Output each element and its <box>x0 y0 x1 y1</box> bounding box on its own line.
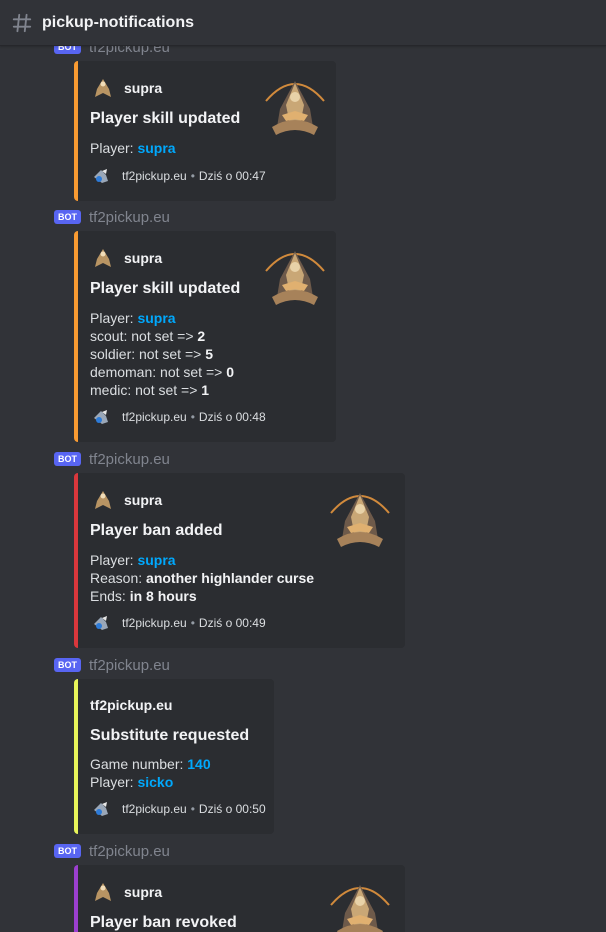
skill-line-demoman: demoman: not set => 0 <box>90 364 234 380</box>
embed-author[interactable]: supra <box>92 881 162 903</box>
embed-title: Player ban revoked <box>90 914 237 931</box>
message-header: BOT tf2pickup.eu <box>54 842 170 860</box>
skill-line-medic: medic: not set => 1 <box>90 382 209 398</box>
skill-value: 2 <box>197 328 206 344</box>
skill-label: soldier: not set => <box>90 346 202 362</box>
footer-name: tf2pickup.eu <box>122 169 187 183</box>
player-link[interactable]: sicko <box>137 774 173 790</box>
footer-icon <box>92 167 110 185</box>
embed-author[interactable]: tf2pickup.eu <box>90 697 172 713</box>
embed-title: Player ban added <box>90 522 223 539</box>
footer-icon <box>92 614 110 632</box>
skill-label: scout: not set => <box>90 328 194 344</box>
footer-separator: • <box>190 802 195 816</box>
embed-footer: tf2pickup.eu • Dziś o 00:48 <box>92 408 266 426</box>
skill-line-scout: scout: not set => 2 <box>90 328 205 344</box>
player-link[interactable]: supra <box>137 310 175 326</box>
footer-time: Dziś o 00:49 <box>198 616 266 630</box>
embed-field-player: Player: supra <box>90 140 176 156</box>
embed: supra Player skill updated Player: supra… <box>74 231 336 442</box>
embed-field-reason: Reason: another highlander curse <box>90 570 314 586</box>
footer-name: tf2pickup.eu <box>122 802 187 816</box>
bot-tag: BOT <box>54 844 81 858</box>
player-label: Player: <box>90 310 134 326</box>
footer-time: Dziś o 00:50 <box>198 802 266 816</box>
footer-separator: • <box>190 616 195 630</box>
message-header: BOT tf2pickup.eu <box>54 656 170 674</box>
embed: tf2pickup.eu Substitute requested Game n… <box>74 679 274 834</box>
reason-value: another highlander curse <box>146 570 315 586</box>
message-header: BOT tf2pickup.eu <box>54 450 170 468</box>
embed: supra Player skill updated Player: supra… <box>74 61 336 201</box>
embed-footer: tf2pickup.eu • Dziś o 00:47 <box>92 167 266 185</box>
reason-label: Reason: <box>90 570 143 586</box>
ends-label: Ends: <box>90 588 126 604</box>
skill-line-soldier: soldier: not set => 5 <box>90 346 213 362</box>
embed-field-game: Game number: 140 <box>90 756 211 772</box>
footer-separator: • <box>190 169 195 183</box>
embed-title: Player skill updated <box>90 280 241 297</box>
embed-author-name: supra <box>124 492 163 508</box>
message-author[interactable]: tf2pickup.eu <box>89 451 170 468</box>
skill-label: demoman: not set => <box>90 364 223 380</box>
embed-author[interactable]: supra <box>92 247 162 269</box>
footer-icon <box>92 800 110 818</box>
embed: supra Player ban added Player: supra Rea… <box>74 473 405 648</box>
embed-author-name: supra <box>124 80 163 96</box>
skill-label: medic: not set => <box>90 382 198 398</box>
embed-author[interactable]: supra <box>92 489 162 511</box>
game-label: Game number: <box>90 756 184 772</box>
footer-separator: • <box>190 410 195 424</box>
message-feed: BOT tf2pickup.eu supra Player skill upda… <box>0 0 606 932</box>
embed-thumbnail[interactable] <box>325 487 395 553</box>
channel-header: pickup-notifications <box>0 0 606 46</box>
author-avatar-icon <box>92 881 114 903</box>
message-author[interactable]: tf2pickup.eu <box>89 657 170 674</box>
skill-value: 5 <box>205 346 213 362</box>
embed-field-player: Player: supra <box>90 552 176 568</box>
embed-field-player: Player: supra <box>90 310 176 326</box>
embed-thumbnail[interactable] <box>260 245 330 311</box>
game-link[interactable]: 140 <box>187 756 210 772</box>
player-label: Player: <box>90 140 134 156</box>
footer-name: tf2pickup.eu <box>122 616 187 630</box>
embed-author[interactable]: supra <box>92 77 162 99</box>
player-link[interactable]: supra <box>137 552 175 568</box>
message-author[interactable]: tf2pickup.eu <box>89 209 170 226</box>
embed: supra Player ban revoked <box>74 865 405 932</box>
embed-title: Player skill updated <box>90 110 241 127</box>
embed-footer: tf2pickup.eu • Dziś o 00:49 <box>92 614 266 632</box>
channel-name: pickup-notifications <box>42 13 194 31</box>
author-avatar-icon <box>92 247 114 269</box>
author-avatar-icon <box>92 77 114 99</box>
hash-icon <box>12 13 32 32</box>
embed-title: Substitute requested <box>90 727 250 744</box>
skill-value: 1 <box>201 382 210 398</box>
embed-author-name: supra <box>124 250 163 266</box>
footer-name: tf2pickup.eu <box>122 410 187 424</box>
embed-field-ends: Ends: in 8 hours <box>90 588 197 604</box>
player-label: Player: <box>90 552 134 568</box>
skill-value: 0 <box>226 364 234 380</box>
author-avatar-icon <box>92 489 114 511</box>
footer-time: Dziś o 00:48 <box>198 410 266 424</box>
embed-author-name: tf2pickup.eu <box>90 697 173 713</box>
embed-thumbnail[interactable] <box>260 75 330 141</box>
ends-value: in 8 hours <box>129 588 197 604</box>
embed-field-player: Player: sicko <box>90 774 173 790</box>
embed-footer: tf2pickup.eu • Dziś o 00:50 <box>92 800 266 818</box>
footer-time: Dziś o 00:47 <box>198 169 266 183</box>
player-link[interactable]: supra <box>137 140 175 156</box>
message-header: BOT tf2pickup.eu <box>54 208 170 226</box>
bot-tag: BOT <box>54 210 81 224</box>
bot-tag: BOT <box>54 452 81 466</box>
embed-thumbnail[interactable] <box>325 879 395 932</box>
message-author[interactable]: tf2pickup.eu <box>89 843 170 860</box>
footer-icon <box>92 408 110 426</box>
player-label: Player: <box>90 774 134 790</box>
embed-author-name: supra <box>124 884 163 900</box>
bot-tag: BOT <box>54 658 81 672</box>
